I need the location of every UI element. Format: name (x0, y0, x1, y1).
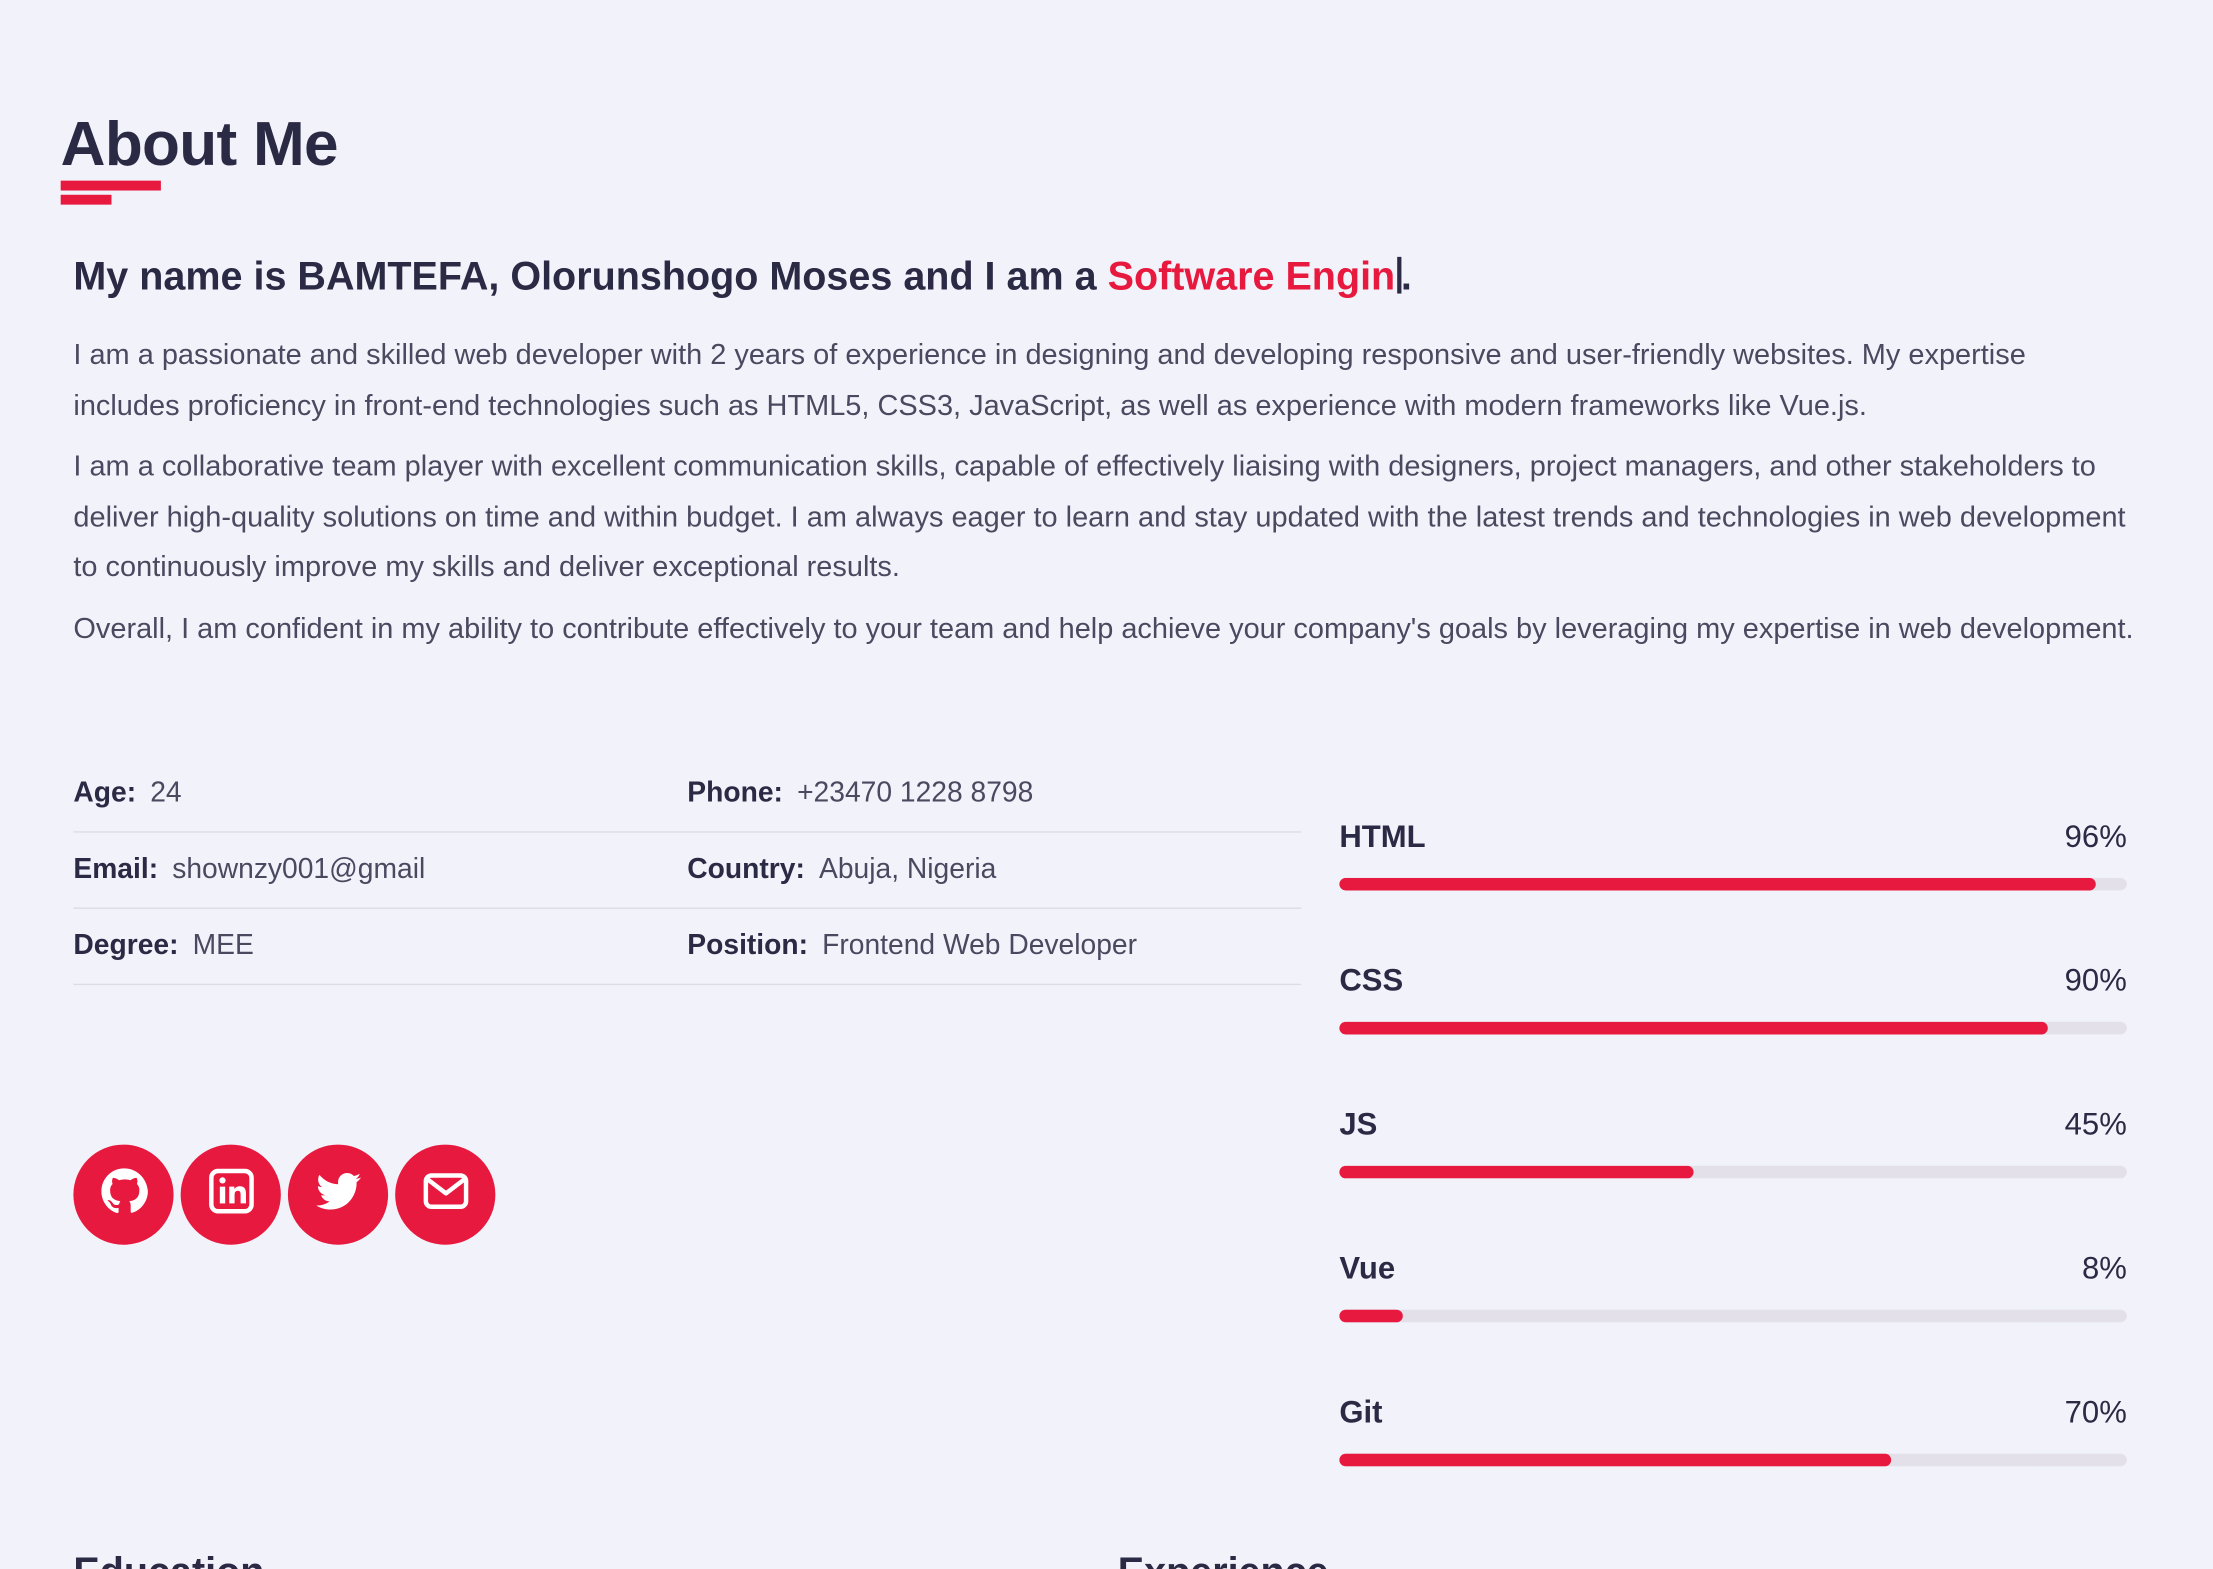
linkedin-button[interactable] (180, 1144, 281, 1245)
twitter-icon (311, 1164, 365, 1225)
skill-name: Git (1339, 1394, 1383, 1430)
skill-percent: 8% (2081, 1250, 2127, 1286)
info-position: Position: Frontend Web Developer (687, 930, 1138, 962)
skill-percent: 96% (2064, 818, 2127, 854)
github-icon (97, 1164, 151, 1225)
skill-progress-track (1339, 1453, 2127, 1467)
skill-percent: 70% (2064, 1394, 2127, 1430)
twitter-button[interactable] (287, 1144, 389, 1245)
skill-name: Vue (1339, 1250, 1396, 1286)
experience-heading: Experience (1118, 1550, 1329, 1569)
section-title: About Me (60, 110, 339, 180)
bio-paragraph-1: I am a passionate and skilled web develo… (73, 338, 2026, 422)
github-button[interactable] (73, 1144, 174, 1245)
email-button[interactable] (395, 1144, 496, 1245)
skill-progress-track (1339, 877, 2127, 891)
skill-name: JS (1339, 1106, 1378, 1142)
info-degree: Degree: MEE (73, 930, 254, 962)
skill-git: Git 70% (1339, 1392, 2127, 1536)
skill-percent: 45% (2064, 1106, 2127, 1142)
skill-vue: Vue 8% (1339, 1248, 2127, 1392)
skill-header: Vue 8% (1339, 1248, 2127, 1290)
linkedin-icon (204, 1164, 258, 1225)
envelope-icon (418, 1164, 472, 1225)
info-row: Degree: MEE Position: Frontend Web Develop… (73, 909, 1302, 986)
info-row: Age: 24 Phone: +23470 1228 8798 (73, 756, 1302, 833)
bio-paragraph-3: Overall, I am confident in my ability to… (73, 612, 2134, 645)
typed-role: Software Engin (1107, 254, 1396, 298)
skills-list: HTML 96% CSS 90% JS 45% Vue 8% Git 70% (1339, 816, 2127, 1536)
skill-progress-track (1339, 1309, 2127, 1323)
info-country: Country: Abuja, Nigeria (687, 853, 997, 885)
skill-progress-track (1339, 1021, 2127, 1035)
personal-info-table: Age: 24 Phone: +23470 1228 8798 Email: show… (73, 756, 1302, 986)
skill-name: CSS (1339, 962, 1404, 998)
bio-paragraph-2: I am a collaborative team player with ex… (73, 450, 2126, 583)
skill-header: JS 45% (1339, 1104, 2127, 1146)
skill-progress-fill (1339, 1453, 1891, 1467)
intro-suffix: . (1400, 254, 1412, 298)
title-underline-accent (60, 194, 112, 205)
social-links (73, 1144, 496, 1245)
skill-progress-fill (1339, 1165, 1694, 1179)
skill-progress-fill (1339, 1021, 2049, 1035)
intro-prefix: My name is BAMTEFA, Olorunshogo Moses an… (73, 254, 1108, 298)
about-page: About Me My name is BAMTEFA, Olorunshogo… (0, 0, 2213, 1569)
skill-html: HTML 96% (1339, 816, 2127, 960)
skill-js: JS 45% (1339, 1104, 2127, 1248)
skill-header: CSS 90% (1339, 960, 2127, 1002)
skill-progress-fill (1339, 1309, 1403, 1323)
skill-progress-track (1339, 1165, 2127, 1179)
skill-progress-fill (1339, 877, 2096, 891)
info-phone: Phone: +23470 1228 8798 (687, 777, 1034, 809)
skill-name: HTML (1339, 818, 1426, 854)
title-underline (60, 180, 161, 191)
info-age: Age: 24 (73, 777, 182, 809)
skill-header: Git 70% (1339, 1392, 2127, 1434)
skill-css: CSS 90% (1339, 960, 2127, 1104)
skill-header: HTML 96% (1339, 816, 2127, 858)
education-heading: Education (73, 1550, 264, 1569)
info-email: Email: shownzy001@gmail (73, 853, 426, 885)
info-row: Email: shownzy001@gmail Country: Abuja, Ni… (73, 833, 1302, 909)
skill-percent: 90% (2064, 962, 2127, 998)
intro-heading: My name is BAMTEFA, Olorunshogo Moses an… (73, 254, 1411, 299)
